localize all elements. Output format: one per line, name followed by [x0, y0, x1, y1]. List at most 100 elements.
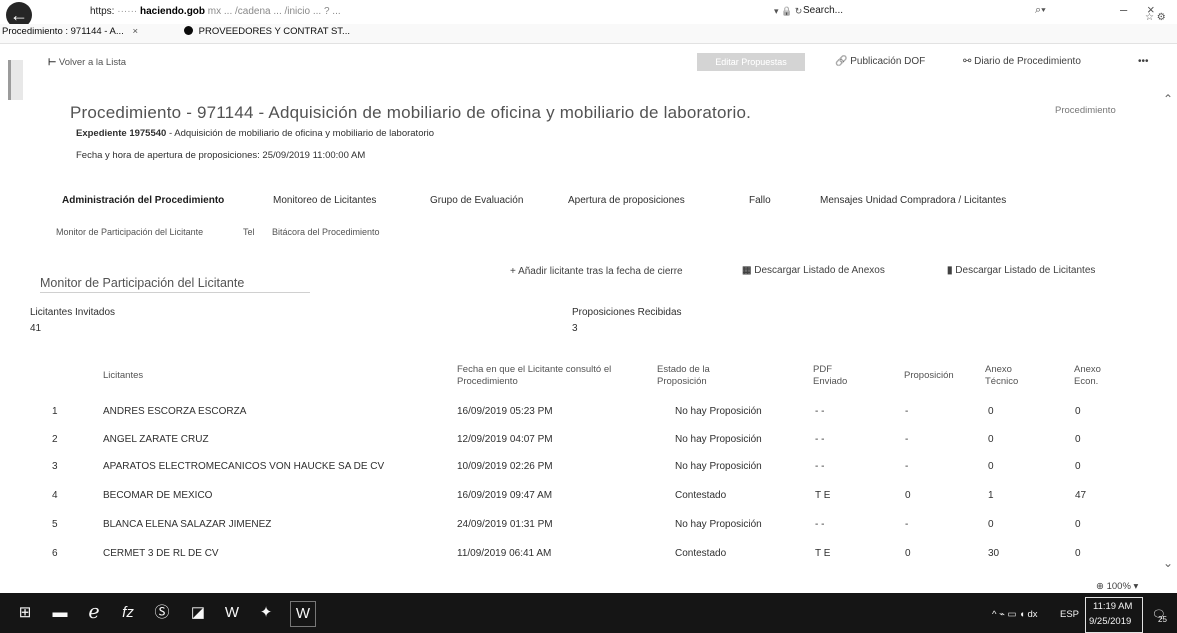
- tab-mensajes[interactable]: Mensajes Unidad Compradora / Licitantes: [820, 195, 1006, 206]
- pdf-sent: - -: [815, 461, 825, 472]
- pdf-sent: T E: [815, 490, 831, 501]
- tab-monitoreo[interactable]: Monitoreo de Licitantes: [273, 195, 376, 206]
- row-number: 5: [52, 519, 58, 530]
- bidder-name[interactable]: APARATOS ELECTROMECANICOS VON HAUCKE SA …: [103, 461, 384, 472]
- ie-browser-icon[interactable]: ℯ: [82, 601, 106, 625]
- bidder-name[interactable]: BECOMAR DE MEXICO: [103, 490, 212, 501]
- row-number: 4: [52, 490, 58, 501]
- bidder-name[interactable]: CERMET 3 DE RL DE CV: [103, 548, 219, 559]
- zoom-icon: ⊕: [1096, 581, 1104, 592]
- procedure-link[interactable]: Procedimiento: [1055, 105, 1116, 116]
- skype-icon[interactable]: Ⓢ: [150, 601, 174, 625]
- url-domain: haciendo.gob: [140, 6, 206, 17]
- document-icon: ▮: [947, 265, 953, 276]
- col-header-licitantes[interactable]: Licitantes: [103, 370, 143, 382]
- invited-count: 41: [30, 323, 42, 334]
- zoom-control[interactable]: ⊕ 100% ▾: [1096, 581, 1138, 592]
- tab-administracion[interactable]: Administración del Procedimiento: [62, 195, 224, 206]
- proposal-value: 0: [905, 548, 911, 559]
- more-options-button[interactable]: •••: [1138, 56, 1149, 67]
- annex-technical: 0: [988, 519, 994, 530]
- expediente-line: Expediente 1975540 - Adquisición de mobi…: [76, 128, 435, 139]
- annex-technical: 0: [988, 461, 994, 472]
- annex-economic: 0: [1075, 406, 1081, 417]
- invited-label: Licitantes Invitados: [30, 307, 116, 318]
- proposal-value: -: [905, 434, 909, 445]
- download-annex-link[interactable]: ▦ Descargar Listado de Anexos: [742, 265, 885, 276]
- tab-proveedores[interactable]: PROVEEDORES Y CONTRAT ST...: [184, 26, 350, 37]
- url-path: mx ... /cadena ... /inicio ... ? ...: [207, 6, 341, 17]
- proposal-value: -: [905, 406, 909, 417]
- opening-date: Fecha y hora de apertura de proposicione…: [76, 150, 366, 161]
- favorites-icon[interactable]: ☆ ⚙: [1145, 12, 1166, 23]
- section-divider: [40, 292, 310, 293]
- plus-icon: +: [510, 266, 516, 277]
- search-input[interactable]: Search...: [803, 5, 1033, 16]
- teams-icon[interactable]: ✦: [254, 601, 278, 625]
- language-indicator[interactable]: ESP: [1060, 609, 1079, 620]
- back-to-list-link[interactable]: ⊢ Volver a la Lista: [48, 57, 126, 68]
- outlook-icon[interactable]: ◪: [186, 601, 210, 625]
- col-header-proposicion[interactable]: Proposición: [904, 370, 954, 382]
- tab-fallo[interactable]: Fallo: [749, 195, 771, 206]
- proposal-value: -: [905, 461, 909, 472]
- tray-icons[interactable]: ^ ⌁ ▭ ◖ dx: [992, 609, 1037, 620]
- tab-grupo-evaluacion[interactable]: Grupo de Evaluación: [430, 195, 523, 206]
- procedure-diary-link[interactable]: ⚯ Diario de Procedimiento: [963, 56, 1081, 67]
- scroll-up-icon[interactable]: ⌃: [1163, 92, 1173, 106]
- site-favicon-icon: [184, 26, 193, 35]
- col-header-anexo-tecnico[interactable]: Anexo Técnico: [985, 364, 1035, 388]
- search-icon[interactable]: ⌕▾: [1035, 4, 1046, 17]
- annex-economic: 0: [1075, 434, 1081, 445]
- proposal-status: No hay Proposición: [675, 434, 762, 445]
- tab-apertura[interactable]: Apertura de proposiciones: [568, 195, 685, 206]
- address-field[interactable]: https: ······ haciendo.gob mx ... /caden…: [90, 6, 341, 17]
- proposal-status: Contestado: [675, 490, 727, 501]
- row-number: 6: [52, 548, 58, 559]
- subtab-bitacora[interactable]: Bitácora del Procedimiento: [272, 227, 380, 237]
- clock-date: 9/25/2019: [1089, 616, 1132, 627]
- subtab-monitor[interactable]: Monitor de Participación del Licitante: [56, 227, 203, 237]
- side-panel-toggle[interactable]: [8, 60, 23, 100]
- start-windows-icon[interactable]: ⊞: [13, 601, 37, 625]
- publication-dof-link[interactable]: 🔗 Publicación DOF: [835, 56, 925, 67]
- proposal-value: -: [905, 519, 909, 530]
- col-header-anexo-econ[interactable]: Anexo Econ.: [1074, 364, 1124, 388]
- app-window-icon[interactable]: W: [290, 601, 316, 627]
- refresh-icon[interactable]: ▾ 🔒 ↻: [774, 6, 802, 17]
- consult-date: 12/09/2019 04:07 PM: [457, 434, 553, 445]
- col-header-pdf[interactable]: PDF Enviado: [813, 364, 863, 388]
- bidder-name[interactable]: ANDRES ESCORZA ESCORZA: [103, 406, 246, 417]
- subtab-tel[interactable]: Tel: [243, 227, 255, 237]
- link-icon: 🔗: [835, 56, 848, 67]
- bidder-name[interactable]: BLANCA ELENA SALAZAR JIMENEZ: [103, 519, 271, 530]
- pdf-sent: - -: [815, 519, 825, 530]
- annex-economic: 47: [1075, 490, 1087, 501]
- scroll-down-icon[interactable]: ⌄: [1163, 556, 1173, 570]
- col-header-estado[interactable]: Estado de la Proposición: [657, 364, 737, 388]
- minimize-icon[interactable]: –: [1120, 2, 1127, 17]
- received-count: 3: [572, 323, 578, 334]
- page-title: Procedimiento - 971144 - Adquisición de …: [70, 103, 752, 122]
- bidder-name[interactable]: ANGEL ZARATE CRUZ: [103, 434, 209, 445]
- proposal-status: No hay Proposición: [675, 519, 762, 530]
- tab-procedimiento[interactable]: Procedimiento : 971144 - A... ×: [2, 26, 138, 37]
- clock-time: 11:19 AM: [1093, 601, 1133, 612]
- download-bidders-link[interactable]: ▮ Descargar Listado de Licitantes: [947, 265, 1095, 276]
- pdf-sent: T E: [815, 548, 831, 559]
- tab-close-icon[interactable]: ×: [132, 26, 138, 37]
- add-bidder-link[interactable]: + Añadir licitante tras la fecha de cier…: [510, 266, 683, 277]
- received-label: Proposiciones Recibidas: [572, 307, 682, 318]
- proposal-status: No hay Proposición: [675, 406, 762, 417]
- edit-proposals-button[interactable]: Editar Propuestas: [697, 53, 805, 71]
- word-icon[interactable]: W: [220, 601, 244, 625]
- annex-economic: 0: [1075, 519, 1081, 530]
- desktop-icon[interactable]: ▬: [48, 601, 72, 625]
- col-header-fecha[interactable]: Fecha en que el Licitante consultó el Pr…: [457, 364, 617, 388]
- proposal-value: 0: [905, 490, 911, 501]
- consult-date: 16/09/2019 09:47 AM: [457, 490, 553, 501]
- pdf-sent: - -: [815, 406, 825, 417]
- consult-date: 10/09/2019 02:26 PM: [457, 461, 553, 472]
- row-number: 1: [52, 406, 58, 417]
- filezilla-icon[interactable]: fz: [116, 601, 140, 625]
